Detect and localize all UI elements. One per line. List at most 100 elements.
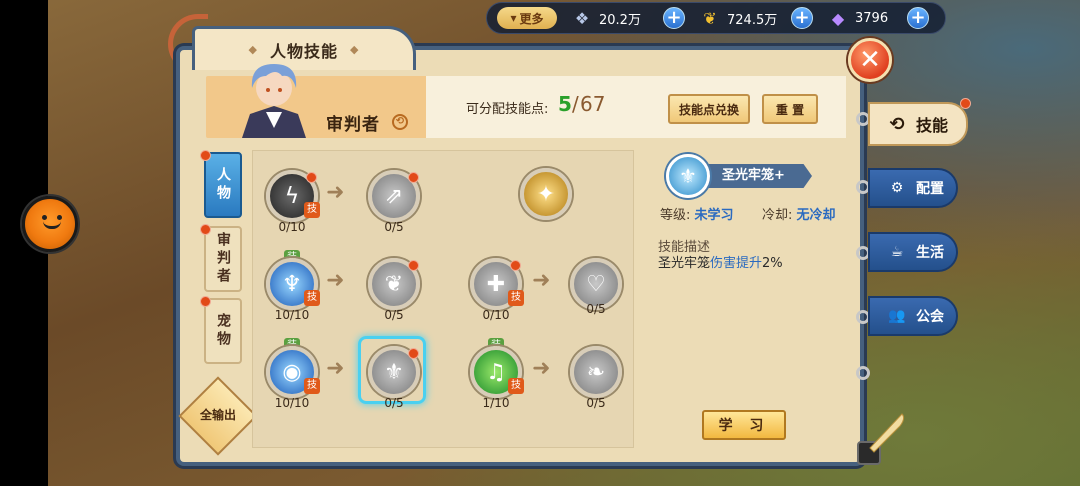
skill-level-count: 10/10 bbox=[274, 396, 310, 410]
slash-icon: ✦ bbox=[536, 181, 556, 207]
skill-level-count: 10/10 bbox=[274, 308, 310, 322]
pet-mouth bbox=[43, 221, 61, 229]
arrow-right-icon: ➜ bbox=[326, 356, 345, 381]
skill-level-count: 0/5 bbox=[586, 396, 606, 410]
character-portrait bbox=[242, 64, 306, 138]
crystal-diamond-icon: ◆ bbox=[831, 8, 845, 28]
nav-label: 公会 bbox=[916, 309, 944, 325]
skill-level-count: 1/10 bbox=[482, 396, 510, 410]
ornament-icon: ◆ bbox=[350, 43, 360, 56]
cooldown-label: 冷却: bbox=[762, 208, 793, 223]
tab-label: 审判者 bbox=[215, 232, 231, 286]
currency-bar: ▾ 更多 ❖ 20.2万 + ❦ 724.5万 + ◆ 3796 + bbox=[486, 2, 946, 34]
skill-level-count: 0/5 bbox=[384, 220, 404, 234]
skill-description: 圣光牢笼伤害提升2% bbox=[658, 252, 783, 271]
pet-eye bbox=[42, 215, 47, 220]
notification-dot bbox=[306, 172, 317, 183]
currency-crystal: ◆ 3796 + bbox=[827, 7, 929, 29]
notification-dot bbox=[408, 348, 419, 359]
pet-eye bbox=[57, 215, 62, 220]
lightning-icon: ϟ bbox=[284, 183, 300, 209]
info-circle-icon[interactable]: ⟲ bbox=[392, 114, 408, 130]
exchange-points-button[interactable]: 技能点兑换 bbox=[668, 94, 750, 124]
skill-level-count: 0/5 bbox=[586, 302, 606, 316]
currency-value: 3796 bbox=[855, 10, 889, 26]
active-skill-tag: 技 bbox=[508, 290, 524, 306]
active-skill-tag: 技 bbox=[304, 202, 320, 218]
active-skill-tag: 技 bbox=[508, 378, 524, 394]
skill-points-label: 可分配技能点: bbox=[466, 102, 549, 117]
skill-level-row: 等级: 未学习 bbox=[660, 204, 734, 223]
cooldown-value: 无冷却 bbox=[796, 208, 836, 223]
wings-icon: ♆ bbox=[282, 271, 302, 297]
arrow-right-icon: ➜ bbox=[326, 268, 345, 293]
add-currency-button[interactable]: + bbox=[907, 7, 929, 29]
reset-button[interactable]: 重 置 bbox=[762, 94, 818, 124]
tab-pet[interactable]: 宠物 bbox=[204, 298, 242, 364]
orb-icon: ◉ bbox=[282, 359, 302, 385]
arrow-right-icon: ➜ bbox=[532, 356, 551, 381]
more-button[interactable]: ▾ 更多 bbox=[497, 7, 557, 29]
arrow-right-icon: ➜ bbox=[326, 180, 345, 205]
skill-level-count: 0/5 bbox=[384, 308, 404, 322]
arrow-right-icon: ➜ bbox=[532, 268, 551, 293]
leaf-icon: ❧ bbox=[586, 359, 606, 385]
nav-label: 配置 bbox=[916, 181, 944, 197]
gold-leaf-icon: ❦ bbox=[703, 8, 717, 28]
notification-dot bbox=[200, 296, 211, 307]
skill-node[interactable]: ❧ bbox=[570, 346, 622, 398]
notification-dot bbox=[510, 260, 521, 271]
add-currency-button[interactable]: + bbox=[663, 7, 685, 29]
pet-shortcut-icon[interactable] bbox=[22, 196, 78, 252]
ultimate-skill-node[interactable]: ✦ bbox=[520, 168, 572, 220]
level-value: 未学习 bbox=[694, 208, 734, 223]
notification-dot bbox=[200, 150, 211, 161]
notification-dot bbox=[960, 98, 971, 109]
notification-dot bbox=[200, 224, 211, 235]
tab-judge[interactable]: 审判者 bbox=[204, 226, 242, 292]
character-class-name: 审判者 bbox=[326, 115, 380, 135]
description-highlight: 伤害提升 bbox=[710, 256, 763, 271]
nav-label: 生活 bbox=[916, 245, 944, 261]
holy-cage-icon: ⚜ bbox=[666, 154, 710, 198]
currency-value: 724.5万 bbox=[727, 12, 778, 28]
close-button[interactable]: ✕ bbox=[848, 38, 892, 82]
nav-tab-guild[interactable]: 👥 公会 bbox=[868, 296, 958, 336]
skill-cooldown-row: 冷却: 无冷却 bbox=[762, 204, 836, 223]
skill-detail-panel bbox=[640, 150, 850, 448]
gear-icon: ⚙ bbox=[890, 180, 904, 196]
learn-button[interactable]: 学 习 bbox=[702, 410, 786, 440]
nav-tab-skills[interactable]: ⟲ 技能 bbox=[868, 102, 968, 146]
tab-character[interactable]: 人物 bbox=[204, 152, 242, 218]
description-value: 2% bbox=[762, 256, 783, 271]
notification-dot bbox=[408, 172, 419, 183]
currency-value: 20.2万 bbox=[599, 12, 641, 28]
active-skill-tag: 技 bbox=[304, 378, 320, 394]
heart-shield-icon: ♡ bbox=[586, 271, 606, 297]
nav-tab-life[interactable]: ☕ 生活 bbox=[868, 232, 958, 272]
music-note-icon: ♫ bbox=[486, 359, 506, 385]
cross-shield-icon: ✚ bbox=[486, 271, 506, 297]
skill-points-separator: / bbox=[572, 92, 579, 116]
currency-feather: ❖ 20.2万 + bbox=[571, 7, 685, 29]
close-icon: ✕ bbox=[859, 45, 881, 75]
notification-dot bbox=[408, 260, 419, 271]
holy-cage-icon: ⚜ bbox=[384, 359, 404, 385]
nav-tab-config[interactable]: ⚙ 配置 bbox=[868, 168, 958, 208]
skill-level-count: 0/10 bbox=[278, 220, 306, 234]
currency-gold: ❦ 724.5万 + bbox=[699, 7, 813, 29]
quill-ink-icon bbox=[857, 413, 905, 465]
level-label: 等级: bbox=[660, 208, 691, 223]
add-currency-button[interactable]: + bbox=[791, 7, 813, 29]
skill-points-available: 5 bbox=[558, 92, 572, 116]
people-icon: 👥 bbox=[888, 308, 906, 324]
skill-points-total: 67 bbox=[580, 92, 606, 116]
tab-label: 人物 bbox=[215, 167, 231, 203]
wings-icon: ❦ bbox=[384, 271, 404, 297]
tab-label: 宠物 bbox=[215, 313, 231, 349]
active-skill-tag: 技 bbox=[304, 290, 320, 306]
all-output-label: 全输出 bbox=[199, 408, 236, 422]
skill-level-count: 0/10 bbox=[482, 308, 510, 322]
more-button-label: 更多 bbox=[519, 11, 544, 26]
ornament-icon: ◆ bbox=[248, 43, 258, 56]
